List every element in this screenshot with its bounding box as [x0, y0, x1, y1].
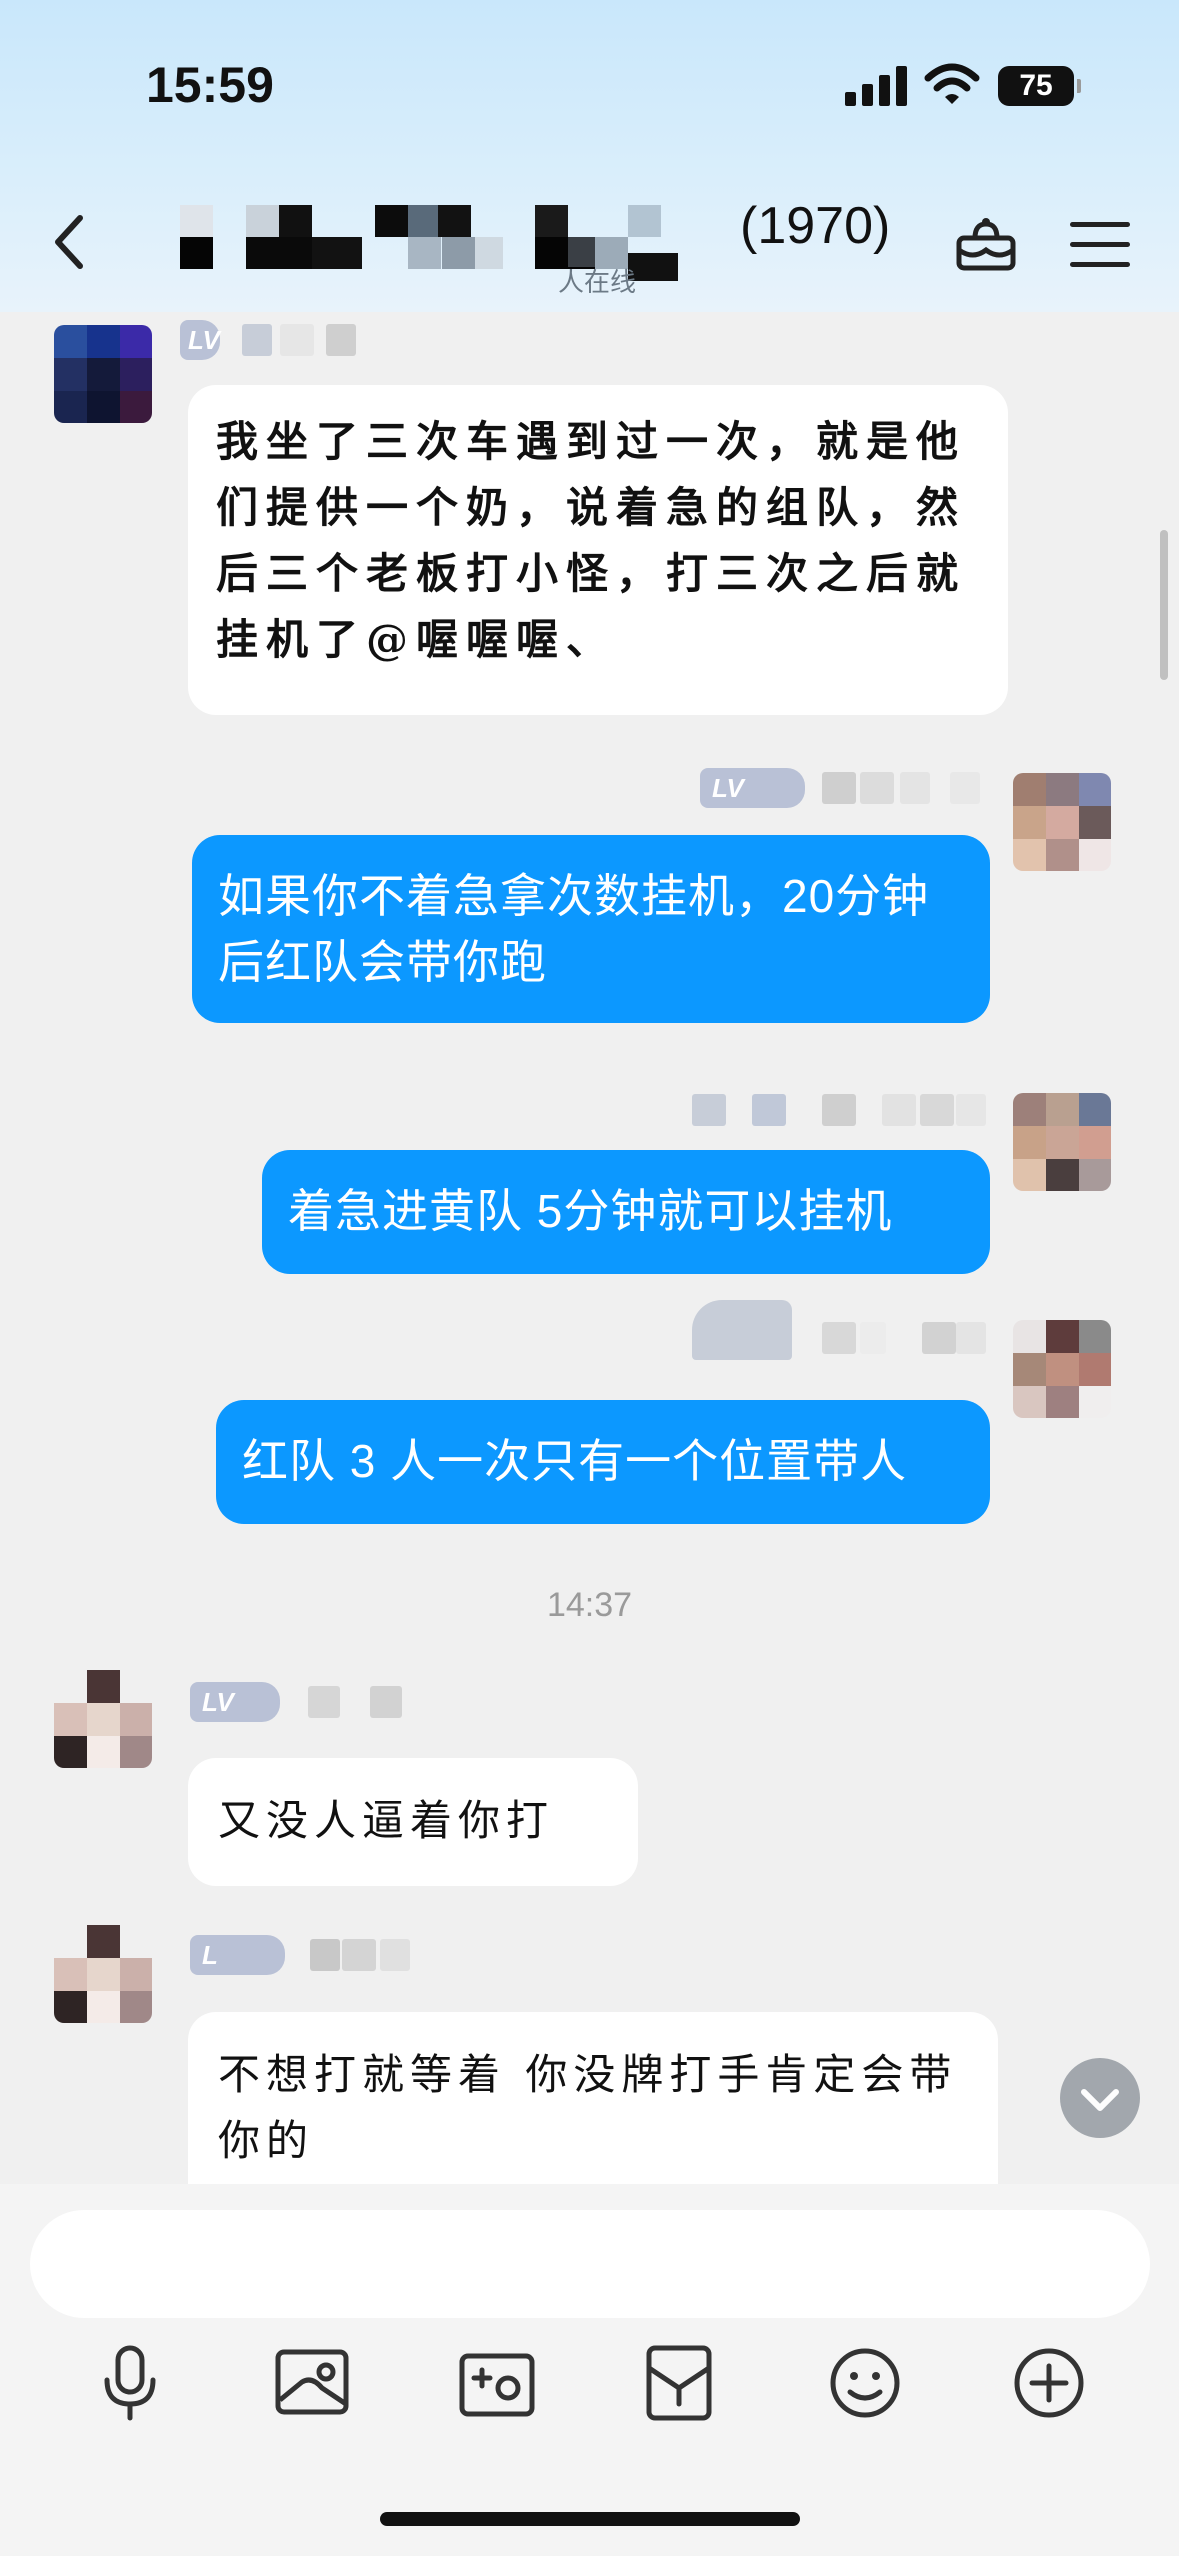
- scrollbar[interactable]: [1160, 530, 1168, 680]
- avatar[interactable]: [1013, 1320, 1111, 1418]
- message-bubble[interactable]: 我坐了三次车遇到过一次，就是他们提供一个奶，说着急的组队，然后三个老板打小怪，打…: [188, 385, 1008, 715]
- sender-meta: LV: [190, 1682, 460, 1722]
- message-timestamp: 14:37: [546, 1586, 633, 1624]
- back-button[interactable]: [50, 212, 90, 272]
- microphone-icon[interactable]: [85, 2338, 175, 2428]
- gift-icon[interactable]: [955, 216, 1017, 272]
- avatar[interactable]: [1013, 773, 1111, 871]
- message-bubble[interactable]: 如果你不着急拿次数挂机，20分钟后红队会带你跑: [192, 835, 990, 1023]
- group-member-count[interactable]: (1970): [740, 196, 890, 256]
- sender-meta: [692, 1300, 990, 1360]
- message-bubble[interactable]: 又没人逼着你打: [188, 1758, 638, 1886]
- red-packet-icon[interactable]: [635, 2338, 725, 2428]
- sender-meta: LV: [180, 320, 380, 360]
- emoji-icon[interactable]: [820, 2338, 910, 2428]
- camera-icon[interactable]: [452, 2338, 542, 2428]
- image-icon[interactable]: [268, 2338, 358, 2428]
- group-online-status: 人在线: [558, 268, 637, 298]
- level-badge: LV: [180, 320, 220, 360]
- chevron-down-icon: [1081, 2089, 1119, 2111]
- wifi-icon: [924, 63, 980, 104]
- message-bubble[interactable]: 不想打就等着 你没牌打手肯定会带你的: [188, 2012, 998, 2212]
- level-badge: LV: [700, 768, 805, 808]
- sender-meta: [692, 1090, 990, 1130]
- avatar[interactable]: [54, 1670, 152, 1768]
- top-bar: 15:59 75 (1970) 人在线: [0, 0, 1179, 312]
- home-indicator[interactable]: [380, 2512, 800, 2526]
- menu-icon[interactable]: [1070, 222, 1130, 268]
- message-bubble[interactable]: 红队 3 人一次只有一个位置带人: [216, 1400, 990, 1524]
- scroll-to-bottom-button[interactable]: [1060, 2058, 1140, 2138]
- avatar[interactable]: [54, 325, 152, 423]
- avatar[interactable]: [1013, 1093, 1111, 1191]
- plus-icon[interactable]: [1004, 2338, 1094, 2428]
- status-time: 15:59: [146, 57, 274, 113]
- battery-icon: 75: [998, 66, 1081, 106]
- message-bubble[interactable]: 着急进黄队 5分钟就可以挂机: [262, 1150, 990, 1274]
- avatar[interactable]: [54, 1925, 152, 2023]
- sender-meta: LV: [700, 768, 990, 808]
- message-input[interactable]: [30, 2210, 1150, 2318]
- sender-meta: L: [190, 1935, 460, 1975]
- level-badge: L: [190, 1935, 285, 1975]
- level-badge: LV: [190, 1682, 280, 1722]
- signal-icon: [845, 66, 907, 106]
